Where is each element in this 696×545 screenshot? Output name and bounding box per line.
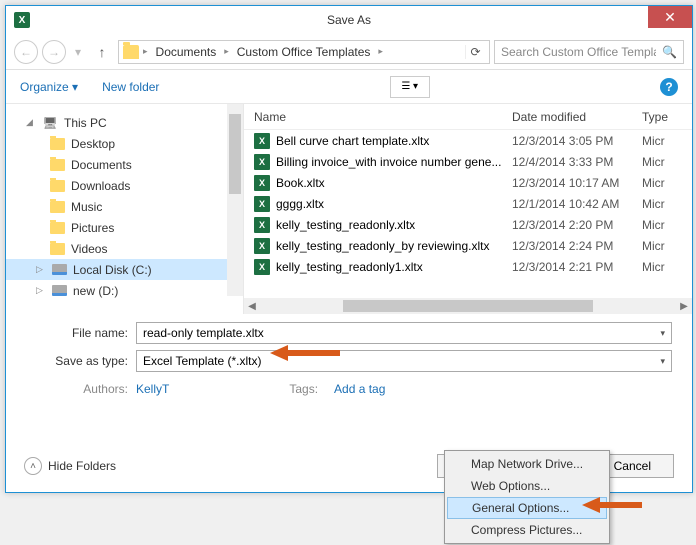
chevron-icon: ▸	[224, 46, 229, 57]
toolbar: Organize ▾ New folder ☰ ▾ ?	[6, 70, 692, 104]
close-button[interactable]: ✕	[648, 6, 692, 28]
up-button[interactable]: ↑	[90, 40, 114, 64]
chevron-icon: ▸	[143, 46, 148, 57]
chevron-icon: ▸	[378, 46, 383, 57]
excel-file-icon: X	[254, 154, 270, 170]
forward-button[interactable]: →	[42, 40, 66, 64]
tree-local-disk[interactable]: ▷Local Disk (C:)	[6, 259, 243, 280]
file-name: kelly_testing_readonly.xltx	[276, 218, 415, 232]
file-date: 12/3/2014 3:05 PM	[502, 134, 632, 148]
authors-value[interactable]: KellyT	[136, 382, 169, 396]
hide-folders-button[interactable]: ˄ Hide Folders	[24, 457, 116, 475]
search-input[interactable]: Search Custom Office Templa... 🔍	[494, 40, 684, 64]
nav-bar: ← → ▾ ↑ ▸ Documents ▸ Custom Office Temp…	[6, 34, 692, 70]
tools-map-network[interactable]: Map Network Drive...	[447, 453, 607, 475]
file-date: 12/3/2014 10:17 AM	[502, 176, 632, 190]
tree-new-d[interactable]: ▷new (D:)	[6, 280, 243, 301]
excel-file-icon: X	[254, 259, 270, 275]
excel-file-icon: X	[254, 133, 270, 149]
file-type: Micr	[632, 197, 682, 211]
save-as-dialog: X Save As ✕ ← → ▾ ↑ ▸ Documents ▸ Custom…	[5, 5, 693, 493]
horizontal-scrollbar[interactable]: ◀▶	[244, 298, 692, 314]
new-folder-button[interactable]: New folder	[102, 80, 159, 94]
refresh-icon[interactable]: ⟳	[465, 45, 485, 59]
titlebar: X Save As ✕	[6, 6, 692, 34]
file-date: 12/1/2014 10:42 AM	[502, 197, 632, 211]
search-icon: 🔍	[662, 45, 677, 59]
tree-downloads[interactable]: Downloads	[6, 175, 243, 196]
history-dropdown[interactable]: ▾	[70, 40, 86, 64]
back-button[interactable]: ←	[14, 40, 38, 64]
file-name: Book.xltx	[276, 176, 325, 190]
file-row[interactable]: Xkelly_testing_readonly.xltx 12/3/2014 2:…	[244, 214, 692, 235]
file-type: Micr	[632, 155, 682, 169]
tools-compress-pictures[interactable]: Compress Pictures...	[447, 519, 607, 541]
tree-music[interactable]: Music	[6, 196, 243, 217]
search-placeholder: Search Custom Office Templa...	[501, 45, 656, 59]
excel-file-icon: X	[254, 238, 270, 254]
column-name[interactable]: Name	[244, 110, 502, 124]
file-row[interactable]: Xkelly_testing_readonly1.xltx 12/3/2014 2…	[244, 256, 692, 277]
file-row[interactable]: X Book.xltx 12/3/2014 10:17 AMMicr	[244, 172, 692, 193]
tree-desktop[interactable]: Desktop	[6, 133, 243, 154]
file-list: Name Date modified Type X Bell curve char…	[244, 104, 692, 314]
view-button[interactable]: ☰ ▾	[390, 76, 430, 98]
file-row[interactable]: X Billing invoice_with invoice number gen…	[244, 151, 692, 172]
file-name: Bell curve chart template.xltx	[276, 134, 429, 148]
excel-icon: X	[14, 12, 30, 28]
filename-input[interactable]: read-only template.xltx▾	[136, 322, 672, 344]
breadcrumb-item[interactable]: Documents	[152, 45, 221, 59]
form-area: File name: read-only template.xltx▾ Save…	[6, 314, 692, 396]
saveastype-input[interactable]: Excel Template (*.xltx)▾	[136, 350, 672, 372]
filename-label: File name:	[26, 326, 136, 340]
file-type: Micr	[632, 218, 682, 232]
authors-label: Authors:	[26, 382, 136, 396]
tools-web-options[interactable]: Web Options...	[447, 475, 607, 497]
file-row[interactable]: X Bell curve chart template.xltx 12/3/2014…	[244, 130, 692, 151]
excel-file-icon: X	[254, 217, 270, 233]
excel-file-icon: X	[254, 196, 270, 212]
tree-documents[interactable]: Documents	[6, 154, 243, 175]
file-name: kelly_testing_readonly_by reviewing.xltx	[276, 239, 489, 253]
organize-button[interactable]: Organize ▾	[20, 80, 78, 94]
file-date: 12/3/2014 2:24 PM	[502, 239, 632, 253]
saveastype-label: Save as type:	[26, 354, 136, 368]
file-list-header: Name Date modified Type	[244, 104, 692, 130]
column-type[interactable]: Type	[632, 110, 682, 124]
nav-tree: ◢🖥This PC Desktop Documents Downloads Mu…	[6, 104, 244, 314]
file-type: Micr	[632, 134, 682, 148]
column-date[interactable]: Date modified	[502, 110, 632, 124]
chevron-up-icon: ˄	[24, 457, 42, 475]
tags-value[interactable]: Add a tag	[334, 382, 385, 396]
file-type: Micr	[632, 260, 682, 274]
excel-file-icon: X	[254, 175, 270, 191]
file-name: gggg.xltx	[276, 197, 324, 211]
file-row[interactable]: Xkelly_testing_readonly_by reviewing.xlt…	[244, 235, 692, 256]
tree-pictures[interactable]: Pictures	[6, 217, 243, 238]
folder-icon	[123, 45, 139, 59]
help-icon[interactable]: ?	[660, 78, 678, 96]
file-row[interactable]: Xgggg.xltx 12/1/2014 10:42 AMMicr	[244, 193, 692, 214]
tags-label: Tags:	[289, 382, 326, 396]
breadcrumb[interactable]: ▸ Documents ▸ Custom Office Templates ▸ …	[118, 40, 490, 64]
body-area: ◢🖥This PC Desktop Documents Downloads Mu…	[6, 104, 692, 314]
file-date: 12/3/2014 2:21 PM	[502, 260, 632, 274]
file-type: Micr	[632, 239, 682, 253]
file-name: Billing invoice_with invoice number gene…	[276, 155, 501, 169]
dialog-title: Save As	[327, 13, 371, 27]
file-date: 12/3/2014 2:20 PM	[502, 218, 632, 232]
breadcrumb-item[interactable]: Custom Office Templates	[233, 45, 375, 59]
file-type: Micr	[632, 176, 682, 190]
tree-this-pc[interactable]: ◢🖥This PC	[6, 112, 243, 133]
tree-videos[interactable]: Videos	[6, 238, 243, 259]
file-name: kelly_testing_readonly1.xltx	[276, 260, 423, 274]
tree-scrollbar[interactable]	[227, 104, 243, 296]
file-date: 12/4/2014 3:33 PM	[502, 155, 632, 169]
